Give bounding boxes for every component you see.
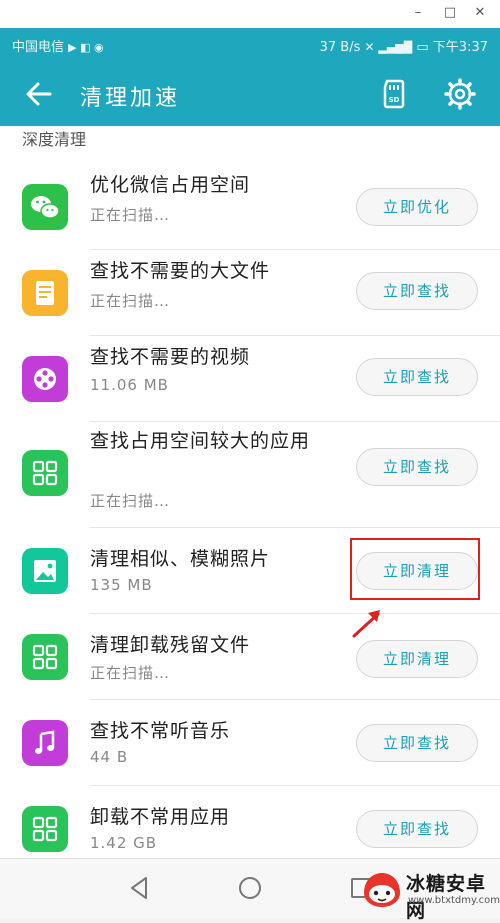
music-note-icon [22, 720, 68, 766]
signal-icon: ▂▄▆█ [378, 41, 413, 54]
minimize-icon[interactable]: – [408, 4, 428, 22]
item-subtitle: 135 MB [90, 576, 153, 594]
status-bar: 中国电信 ▶ ◧ ◉ 37 B/s ✕ ▂▄▆█ ▭ 下午3:37 [0, 28, 500, 60]
item-subtitle: 正在扫描… [90, 492, 171, 510]
home-circle-icon[interactable] [235, 873, 265, 903]
find-button[interactable]: 立即查找 [356, 448, 478, 486]
wechat-icon [22, 184, 68, 230]
status-right: 37 B/s ✕ ▂▄▆█ ▭ 下午3:37 [320, 36, 488, 55]
list-item[interactable]: 查找不需要的视频 11.06 MB 立即查找 [0, 336, 500, 422]
photo-icon [22, 548, 68, 594]
watermark: 冰糖安卓网 www.btxtdmy.com [354, 859, 500, 922]
sd-card-icon[interactable]: SD [376, 76, 412, 112]
item-title: 查找不需要的视频 [90, 346, 251, 368]
app-grid-icon [22, 450, 68, 496]
item-title: 查找不常听音乐 [90, 720, 231, 742]
mute-icon: ✕ [364, 40, 379, 54]
item-title: 查找占用空间较大的应用 [90, 430, 311, 452]
notification-icons: ▶ ◧ ◉ [68, 41, 104, 54]
item-title: 查找不需要的大文件 [90, 260, 271, 282]
gear-icon[interactable] [442, 76, 478, 112]
back-triangle-icon[interactable] [124, 873, 154, 903]
item-subtitle: 正在扫描… [90, 206, 171, 224]
content-list: 深度清理 优化微信占用空间 正在扫描… 立即优化 查找不需要的大文件 正在扫描…… [0, 126, 500, 858]
list-item[interactable]: 查找不需要的大文件 正在扫描… 立即查找 [0, 250, 500, 336]
item-subtitle: 11.06 MB [90, 376, 169, 394]
annotation-arrow-icon [352, 610, 380, 638]
item-title: 卸载不常用应用 [90, 806, 231, 828]
clean-button[interactable]: 立即清理 [356, 640, 478, 678]
item-title: 优化微信占用空间 [90, 174, 251, 196]
item-title: 清理卸载残留文件 [90, 634, 251, 656]
close-icon[interactable]: ✕ [470, 4, 490, 22]
app-grid-icon [22, 634, 68, 680]
svg-text:SD: SD [389, 96, 400, 104]
list-item[interactable]: 查找占用空间较大的应用 正在扫描… 立即查找 [0, 422, 500, 528]
item-subtitle: 正在扫描… [90, 664, 171, 682]
highlight-box [350, 538, 480, 600]
watermark-logo-icon [364, 873, 400, 907]
battery-icon: ▭ [416, 40, 429, 55]
list-item[interactable]: 卸载不常用应用 1.42 GB 立即查找 [0, 786, 500, 858]
maximize-icon[interactable]: □ [440, 4, 460, 22]
item-subtitle: 正在扫描… [90, 292, 171, 310]
list-item[interactable]: 清理卸载残留文件 正在扫描… 立即清理 [0, 614, 500, 700]
find-button[interactable]: 立即查找 [356, 810, 478, 848]
find-button[interactable]: 立即查找 [356, 272, 478, 310]
toolbar: 清理加速 SD [0, 68, 500, 120]
item-subtitle: 1.42 GB [90, 834, 158, 852]
network-speed: 37 B/s [319, 40, 361, 55]
watermark-url: www.btxtdmy.com [408, 895, 500, 906]
find-button[interactable]: 立即查找 [356, 358, 478, 396]
back-arrow-icon[interactable] [22, 76, 58, 112]
page-title: 清理加速 [80, 86, 181, 111]
list-item[interactable]: 优化微信占用空间 正在扫描… 立即优化 [0, 164, 500, 250]
document-icon [22, 270, 68, 316]
status-left: 中国电信 ▶ ◧ ◉ [12, 36, 104, 55]
item-title: 清理相似、模糊照片 [90, 548, 271, 570]
section-label: 深度清理 [22, 130, 87, 149]
list-item[interactable]: 查找不常听音乐 44 B 立即查找 [0, 700, 500, 786]
find-button[interactable]: 立即查找 [356, 724, 478, 762]
navigation-bar: 冰糖安卓网 www.btxtdmy.com [0, 858, 500, 922]
app-bar: 中国电信 ▶ ◧ ◉ 37 B/s ✕ ▂▄▆█ ▭ 下午3:37 清理加速 S… [0, 28, 500, 126]
app-grid-icon [22, 806, 68, 852]
optimize-button[interactable]: 立即优化 [356, 188, 478, 226]
film-reel-icon [22, 356, 68, 402]
clock: 下午3:37 [432, 40, 488, 55]
window-titlebar: – □ ✕ [0, 0, 500, 28]
carrier-label: 中国电信 [12, 40, 65, 55]
item-subtitle: 44 B [90, 748, 129, 766]
